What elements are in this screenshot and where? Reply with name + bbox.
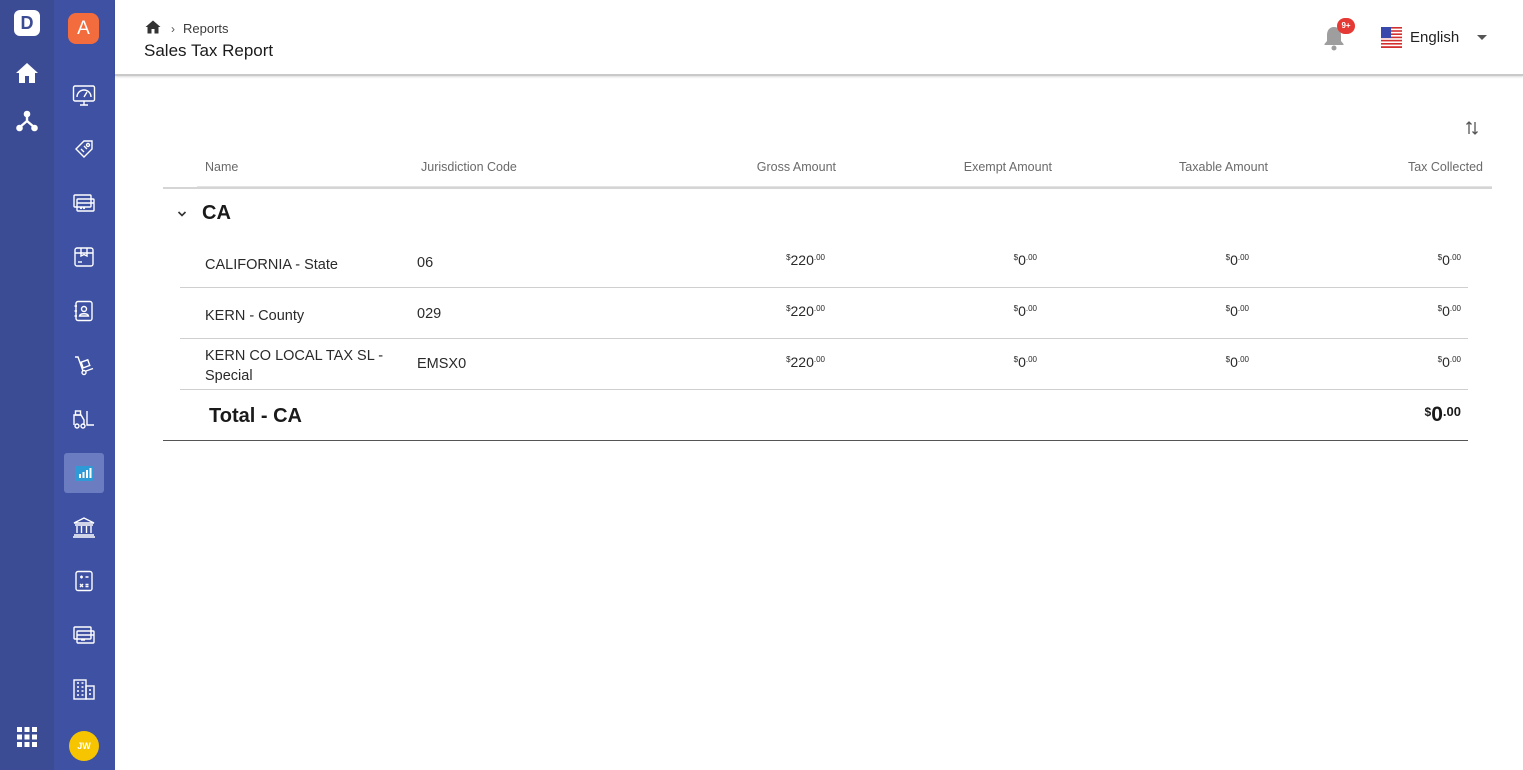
- header-divider: [163, 187, 1492, 189]
- avatar[interactable]: JW: [69, 731, 99, 761]
- nav-warehouse[interactable]: [64, 399, 104, 439]
- top-header: › Reports Sales Tax Report 9+ English: [115, 0, 1523, 76]
- total-divider: [163, 440, 1468, 441]
- row-name: KERN CO LOCAL TAX SL - Special: [205, 348, 384, 384]
- home-icon[interactable]: [145, 20, 161, 37]
- nav-dashboard[interactable]: [64, 75, 104, 115]
- row-divider: [180, 338, 1468, 339]
- nav-company[interactable]: [64, 669, 104, 709]
- row-gross-amount: $220.00: [786, 252, 825, 268]
- box-icon: [74, 247, 94, 267]
- row-gross-amount: $220.00: [786, 303, 825, 319]
- bank-icon: [73, 517, 95, 538]
- nav-banking[interactable]: [64, 507, 104, 547]
- row-divider: [180, 389, 1468, 390]
- sort-icon[interactable]: [1465, 119, 1479, 137]
- group-label: CA: [202, 202, 231, 224]
- nav-inventory[interactable]: [64, 237, 104, 277]
- row-exempt-amount: $0.00: [1013, 252, 1037, 268]
- column-header-taxable-amount[interactable]: Taxable Amount: [1179, 160, 1268, 174]
- row-code: EMSX0: [417, 356, 467, 372]
- column-header-jurisdiction-code[interactable]: Jurisdiction Code: [421, 160, 517, 174]
- row-exempt-amount: $0.00: [1013, 354, 1037, 370]
- calculator-icon: [75, 570, 93, 592]
- row-taxable-amount: $0.00: [1225, 354, 1249, 370]
- row-exempt-amount: $0.00: [1013, 303, 1037, 319]
- card-icon: [73, 194, 95, 212]
- nav-accounting[interactable]: [64, 561, 104, 601]
- app-rail: D: [0, 0, 54, 770]
- row-divider: [180, 287, 1468, 288]
- contacts-icon: [74, 300, 93, 322]
- page-title: Sales Tax Report: [144, 41, 274, 60]
- language-selector[interactable]: English: [1381, 27, 1459, 48]
- nav-pricing[interactable]: [64, 129, 104, 169]
- building-icon: [73, 679, 95, 700]
- row-taxable-amount: $0.00: [1225, 303, 1249, 319]
- row-tax-collected: $0.00: [1437, 354, 1461, 370]
- row-tax-collected: $0.00: [1437, 252, 1461, 268]
- notification-badge: 9+: [1337, 18, 1355, 34]
- row-name: KERN - County: [205, 308, 305, 324]
- column-header-gross-amount[interactable]: Gross Amount: [757, 160, 836, 174]
- row-taxable-amount: $0.00: [1225, 252, 1249, 268]
- reports-icon: [75, 466, 93, 481]
- group-total-label: Total - CA: [209, 405, 302, 427]
- breadcrumb-reports[interactable]: Reports: [183, 21, 229, 36]
- tag-icon: [75, 140, 93, 158]
- dashboard-icon: [72, 85, 96, 106]
- payment-icon: [73, 626, 95, 644]
- app-logo[interactable]: D: [14, 10, 40, 36]
- group-total-amount: $0.00: [1424, 403, 1461, 426]
- hierarchy-icon[interactable]: [14, 108, 40, 134]
- row-tax-collected: $0.00: [1437, 303, 1461, 319]
- row-name: CALIFORNIA - State: [205, 257, 338, 273]
- org-badge[interactable]: A: [68, 13, 99, 44]
- apps-grid-icon[interactable]: [14, 724, 40, 750]
- nav-receiving[interactable]: [64, 345, 104, 385]
- home-icon[interactable]: [14, 60, 40, 86]
- breadcrumb: › Reports: [145, 20, 229, 37]
- column-header-tax-collected[interactable]: Tax Collected: [1408, 160, 1483, 174]
- chevron-down-icon[interactable]: [175, 207, 189, 221]
- hand-truck-icon: [75, 356, 94, 376]
- nav-billing[interactable]: [64, 183, 104, 223]
- nav-reports[interactable]: [64, 453, 104, 493]
- us-flag-icon: [1381, 27, 1402, 48]
- nav-contacts[interactable]: [64, 291, 104, 331]
- column-header-exempt-amount[interactable]: Exempt Amount: [964, 160, 1052, 174]
- row-code: 029: [417, 306, 442, 322]
- forklift-icon: [73, 410, 94, 429]
- row-code: 06: [417, 255, 434, 271]
- language-label: English: [1410, 29, 1460, 46]
- chevron-down-icon[interactable]: [1477, 35, 1487, 40]
- chevron-right-icon: ›: [171, 21, 175, 36]
- column-header-name[interactable]: Name: [205, 160, 238, 174]
- nav-payments[interactable]: [64, 615, 104, 655]
- row-gross-amount: $220.00: [786, 354, 825, 370]
